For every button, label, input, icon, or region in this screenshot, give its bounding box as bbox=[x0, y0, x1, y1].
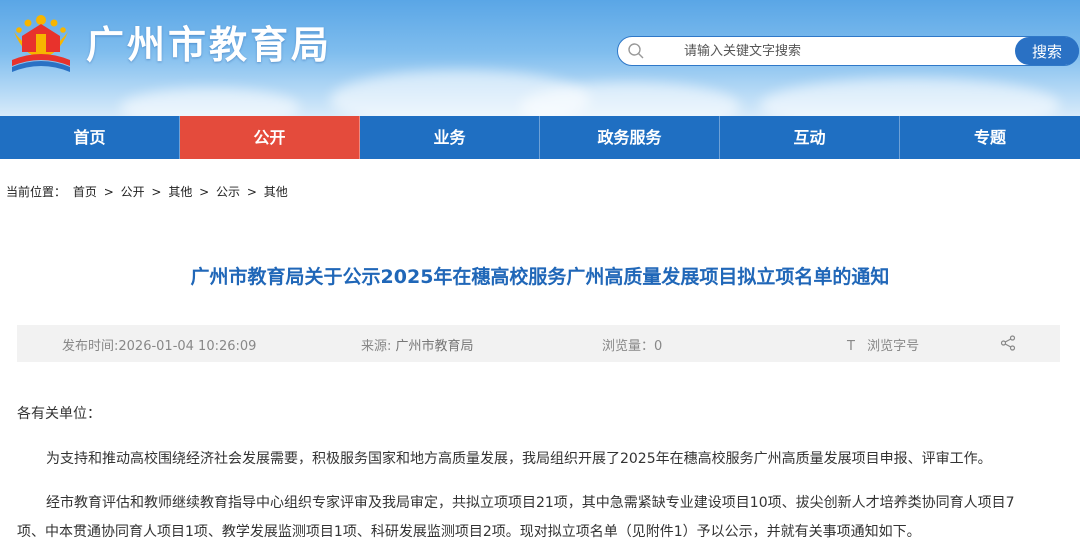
paragraph-continued: 项、中本贯通协同育人项目1项、教学发展监测项目1项、科研发展监测项目2项。现对拟… bbox=[17, 524, 921, 540]
nav-item-topics[interactable]: 专题 bbox=[900, 116, 1080, 159]
font-size-toggle[interactable]: T 浏览字号 bbox=[847, 335, 919, 354]
breadcrumb: 当前位置： 首页 > 公开 > 其他 > 公示 > 其他 bbox=[6, 183, 291, 200]
site-title: 广州市教育局 bbox=[86, 23, 333, 67]
breadcrumb-prefix: 当前位置： bbox=[6, 185, 67, 199]
cloud-decoration bbox=[120, 88, 300, 116]
education-bureau-logo-icon[interactable] bbox=[8, 10, 74, 74]
search-button[interactable]: 搜索 bbox=[1015, 37, 1079, 65]
nav-item-gov-services[interactable]: 政务服务 bbox=[540, 116, 720, 159]
breadcrumb-link-public[interactable]: 公开 bbox=[121, 185, 145, 199]
search-input[interactable] bbox=[684, 40, 1004, 62]
breadcrumb-separator: > bbox=[151, 185, 162, 199]
nav-item-home[interactable]: 首页 bbox=[0, 116, 180, 159]
breadcrumb-link-other[interactable]: 其他 bbox=[168, 185, 192, 199]
source-label: 来源: bbox=[361, 339, 396, 354]
breadcrumb-separator: > bbox=[246, 185, 257, 199]
article-source: 来源: 广州市教育局 bbox=[361, 335, 474, 354]
breadcrumb-separator: > bbox=[199, 185, 210, 199]
paragraph: 为支持和推动高校围绕经济社会发展需要，积极服务国家和地方高质量发展，我局组织开展… bbox=[46, 451, 992, 467]
breadcrumb-link-home[interactable]: 首页 bbox=[73, 185, 97, 199]
search-icon bbox=[628, 43, 644, 59]
nav-item-public[interactable]: 公开 bbox=[180, 116, 360, 159]
breadcrumb-link-other-2[interactable]: 其他 bbox=[264, 185, 288, 199]
breadcrumb-link-notice[interactable]: 公示 bbox=[216, 185, 240, 199]
article-meta-bar: 发布时间:2026-01-04 10:26:09 来源: 广州市教育局 浏览量：… bbox=[17, 325, 1060, 362]
main-nav: 首页 公开 业务 政务服务 互动 专题 bbox=[0, 116, 1080, 159]
font-size-icon: T bbox=[847, 339, 855, 354]
view-count: 浏览量：0 bbox=[602, 339, 663, 354]
source-value: 广州市教育局 bbox=[395, 339, 474, 354]
share-icon[interactable] bbox=[1000, 335, 1016, 351]
publish-time: 发布时间:2026-01-04 10:26:09 bbox=[62, 339, 257, 354]
salutation: 各有关单位： bbox=[17, 406, 101, 422]
nav-item-interaction[interactable]: 互动 bbox=[720, 116, 900, 159]
font-size-label: 浏览字号 bbox=[867, 339, 920, 354]
nav-item-business[interactable]: 业务 bbox=[360, 116, 540, 159]
article-title: 广州市教育局关于公示2025年在穗高校服务广州高质量发展项目拟立项名单的通知 bbox=[190, 266, 890, 288]
cloud-decoration bbox=[760, 78, 1060, 116]
paragraph: 经市教育评估和教师继续教育指导中心组织专家评审及我局审定，共拟立项项目21项，其… bbox=[46, 495, 1015, 511]
breadcrumb-separator: > bbox=[103, 185, 114, 199]
